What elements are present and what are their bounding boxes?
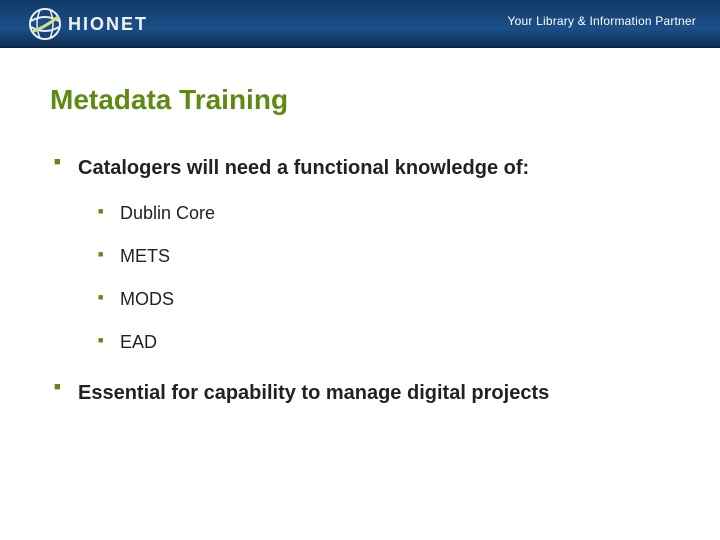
sub-bullet-list: Dublin Core METS MODS EAD <box>96 203 670 353</box>
slide-title: Metadata Training <box>50 84 670 116</box>
header-bar: HIONET Your Library & Information Partne… <box>0 0 720 48</box>
brand-logo-icon <box>28 7 62 41</box>
bullet-item: Essential for capability to manage digit… <box>50 379 670 408</box>
sub-bullet-item: METS <box>96 246 670 267</box>
sub-bullet-text: EAD <box>120 332 157 352</box>
brand-name: HIONET <box>68 14 148 35</box>
sub-bullet-item: Dublin Core <box>96 203 670 224</box>
bullet-item: Catalogers will need a functional knowle… <box>50 154 670 353</box>
header-tagline: Your Library & Information Partner <box>508 14 696 28</box>
bullet-text: Essential for capability to manage digit… <box>78 379 670 408</box>
brand-logo: HIONET <box>28 6 148 42</box>
bullet-list: Catalogers will need a functional knowle… <box>50 154 670 408</box>
sub-bullet-item: MODS <box>96 289 670 310</box>
bullet-text: Catalogers will need a functional knowle… <box>78 154 670 183</box>
slide-content: Metadata Training Catalogers will need a… <box>0 48 720 408</box>
sub-bullet-text: METS <box>120 246 170 266</box>
sub-bullet-text: MODS <box>120 289 174 309</box>
slide: HIONET Your Library & Information Partne… <box>0 0 720 540</box>
sub-bullet-item: EAD <box>96 332 670 353</box>
sub-bullet-text: Dublin Core <box>120 203 215 223</box>
